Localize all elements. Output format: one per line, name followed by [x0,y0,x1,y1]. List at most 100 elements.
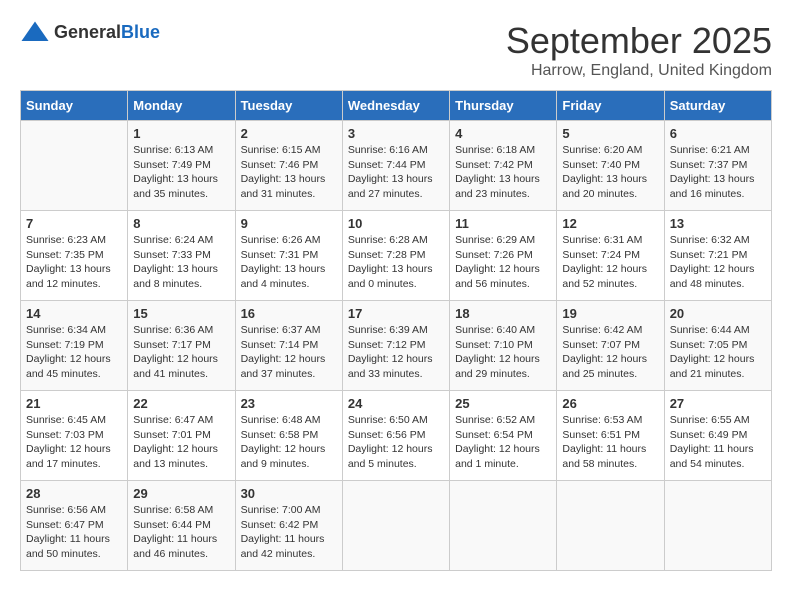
day-info: Sunrise: 6:26 AMSunset: 7:31 PMDaylight:… [241,233,337,292]
day-number: 9 [241,216,337,231]
logo: GeneralBlue [20,20,160,44]
day-number: 19 [562,306,658,321]
calendar-row-0: 1Sunrise: 6:13 AMSunset: 7:49 PMDaylight… [21,121,772,211]
logo-text: GeneralBlue [54,22,160,43]
day-info: Sunrise: 6:58 AMSunset: 6:44 PMDaylight:… [133,503,229,562]
day-number: 30 [241,486,337,501]
calendar-cell: 27 Sunrise: 6:55 AMSunset: 6:49 PMDayligh… [664,391,771,481]
day-number: 25 [455,396,551,411]
calendar-cell: 5 Sunrise: 6:20 AMSunset: 7:40 PMDaylight… [557,121,664,211]
day-number: 17 [348,306,444,321]
day-number: 6 [670,126,766,141]
day-number: 18 [455,306,551,321]
column-header-monday: Monday [128,91,235,121]
day-info: Sunrise: 6:42 AMSunset: 7:07 PMDaylight:… [562,323,658,382]
day-info: Sunrise: 6:40 AMSunset: 7:10 PMDaylight:… [455,323,551,382]
calendar-cell: 9 Sunrise: 6:26 AMSunset: 7:31 PMDaylight… [235,211,342,301]
day-number: 28 [26,486,122,501]
day-info: Sunrise: 6:39 AMSunset: 7:12 PMDaylight:… [348,323,444,382]
day-info: Sunrise: 6:50 AMSunset: 6:56 PMDaylight:… [348,413,444,472]
day-info: Sunrise: 6:20 AMSunset: 7:40 PMDaylight:… [562,143,658,202]
calendar-row-4: 28Sunrise: 6:56 AMSunset: 6:47 PMDayligh… [21,481,772,571]
day-number: 14 [26,306,122,321]
day-number: 24 [348,396,444,411]
calendar-cell: 7 Sunrise: 6:23 AMSunset: 7:35 PMDaylight… [21,211,128,301]
day-info: Sunrise: 6:21 AMSunset: 7:37 PMDaylight:… [670,143,766,202]
calendar-cell: 19 Sunrise: 6:42 AMSunset: 7:07 PMDayligh… [557,301,664,391]
calendar-table: SundayMondayTuesdayWednesdayThursdayFrid… [20,90,772,571]
day-number: 26 [562,396,658,411]
calendar-cell: 16 Sunrise: 6:37 AMSunset: 7:14 PMDayligh… [235,301,342,391]
calendar-cell: 24 Sunrise: 6:50 AMSunset: 6:56 PMDayligh… [342,391,449,481]
day-number: 2 [241,126,337,141]
day-info: Sunrise: 6:16 AMSunset: 7:44 PMDaylight:… [348,143,444,202]
calendar-cell: 10Sunrise: 6:28 AMSunset: 7:28 PMDayligh… [342,211,449,301]
day-info: Sunrise: 6:15 AMSunset: 7:46 PMDaylight:… [241,143,337,202]
day-info: Sunrise: 6:32 AMSunset: 7:21 PMDaylight:… [670,233,766,292]
calendar-cell: 21Sunrise: 6:45 AMSunset: 7:03 PMDayligh… [21,391,128,481]
day-info: Sunrise: 6:55 AMSunset: 6:49 PMDaylight:… [670,413,766,472]
day-number: 15 [133,306,229,321]
day-number: 3 [348,126,444,141]
day-info: Sunrise: 6:53 AMSunset: 6:51 PMDaylight:… [562,413,658,472]
day-info: Sunrise: 6:47 AMSunset: 7:01 PMDaylight:… [133,413,229,472]
day-info: Sunrise: 6:34 AMSunset: 7:19 PMDaylight:… [26,323,122,382]
calendar-cell: 18 Sunrise: 6:40 AMSunset: 7:10 PMDayligh… [450,301,557,391]
day-info: Sunrise: 6:48 AMSunset: 6:58 PMDaylight:… [241,413,337,472]
day-number: 27 [670,396,766,411]
day-info: Sunrise: 6:36 AMSunset: 7:17 PMDaylight:… [133,323,229,382]
column-header-tuesday: Tuesday [235,91,342,121]
day-number: 4 [455,126,551,141]
column-header-friday: Friday [557,91,664,121]
column-header-sunday: Sunday [21,91,128,121]
day-number: 23 [241,396,337,411]
day-number: 10 [348,216,444,231]
day-info: Sunrise: 6:45 AMSunset: 7:03 PMDaylight:… [26,413,122,472]
calendar-cell: 4 Sunrise: 6:18 AMSunset: 7:42 PMDaylight… [450,121,557,211]
calendar-cell: 13 Sunrise: 6:32 AMSunset: 7:21 PMDayligh… [664,211,771,301]
calendar-cell: 8 Sunrise: 6:24 AMSunset: 7:33 PMDaylight… [128,211,235,301]
calendar-row-1: 7 Sunrise: 6:23 AMSunset: 7:35 PMDaylight… [21,211,772,301]
calendar-cell [557,481,664,571]
day-number: 20 [670,306,766,321]
day-info: Sunrise: 6:18 AMSunset: 7:42 PMDaylight:… [455,143,551,202]
location-subtitle: Harrow, England, United Kingdom [506,62,772,80]
calendar-cell: 30Sunrise: 7:00 AMSunset: 6:42 PMDayligh… [235,481,342,571]
day-info: Sunrise: 6:23 AMSunset: 7:35 PMDaylight:… [26,233,122,292]
calendar-cell: 26 Sunrise: 6:53 AMSunset: 6:51 PMDayligh… [557,391,664,481]
calendar-cell: 6 Sunrise: 6:21 AMSunset: 7:37 PMDaylight… [664,121,771,211]
calendar-cell: 2 Sunrise: 6:15 AMSunset: 7:46 PMDaylight… [235,121,342,211]
calendar-cell: 11 Sunrise: 6:29 AMSunset: 7:26 PMDayligh… [450,211,557,301]
day-info: Sunrise: 6:52 AMSunset: 6:54 PMDaylight:… [455,413,551,472]
column-header-thursday: Thursday [450,91,557,121]
logo-blue: Blue [121,22,160,42]
calendar-cell: 1Sunrise: 6:13 AMSunset: 7:49 PMDaylight… [128,121,235,211]
calendar-cell: 23 Sunrise: 6:48 AMSunset: 6:58 PMDayligh… [235,391,342,481]
day-number: 16 [241,306,337,321]
calendar-cell: 17 Sunrise: 6:39 AMSunset: 7:12 PMDayligh… [342,301,449,391]
page-header: GeneralBlue September 2025 Harrow, Engla… [20,20,772,80]
day-number: 29 [133,486,229,501]
calendar-row-3: 21Sunrise: 6:45 AMSunset: 7:03 PMDayligh… [21,391,772,481]
day-number: 5 [562,126,658,141]
day-number: 11 [455,216,551,231]
calendar-cell: 28Sunrise: 6:56 AMSunset: 6:47 PMDayligh… [21,481,128,571]
calendar-cell [342,481,449,571]
day-info: Sunrise: 6:29 AMSunset: 7:26 PMDaylight:… [455,233,551,292]
calendar-cell: 12Sunrise: 6:31 AMSunset: 7:24 PMDayligh… [557,211,664,301]
calendar-cell: 22 Sunrise: 6:47 AMSunset: 7:01 PMDayligh… [128,391,235,481]
day-number: 22 [133,396,229,411]
day-number: 7 [26,216,122,231]
calendar-cell: 25 Sunrise: 6:52 AMSunset: 6:54 PMDayligh… [450,391,557,481]
calendar-cell: 14 Sunrise: 6:34 AMSunset: 7:19 PMDayligh… [21,301,128,391]
title-block: September 2025 Harrow, England, United K… [506,20,772,80]
day-number: 8 [133,216,229,231]
calendar-cell [21,121,128,211]
day-info: Sunrise: 6:24 AMSunset: 7:33 PMDaylight:… [133,233,229,292]
day-number: 1 [133,126,229,141]
day-info: Sunrise: 6:31 AMSunset: 7:24 PMDaylight:… [562,233,658,292]
day-info: Sunrise: 6:37 AMSunset: 7:14 PMDaylight:… [241,323,337,382]
calendar-cell [664,481,771,571]
calendar-cell: 3 Sunrise: 6:16 AMSunset: 7:44 PMDaylight… [342,121,449,211]
day-number: 13 [670,216,766,231]
